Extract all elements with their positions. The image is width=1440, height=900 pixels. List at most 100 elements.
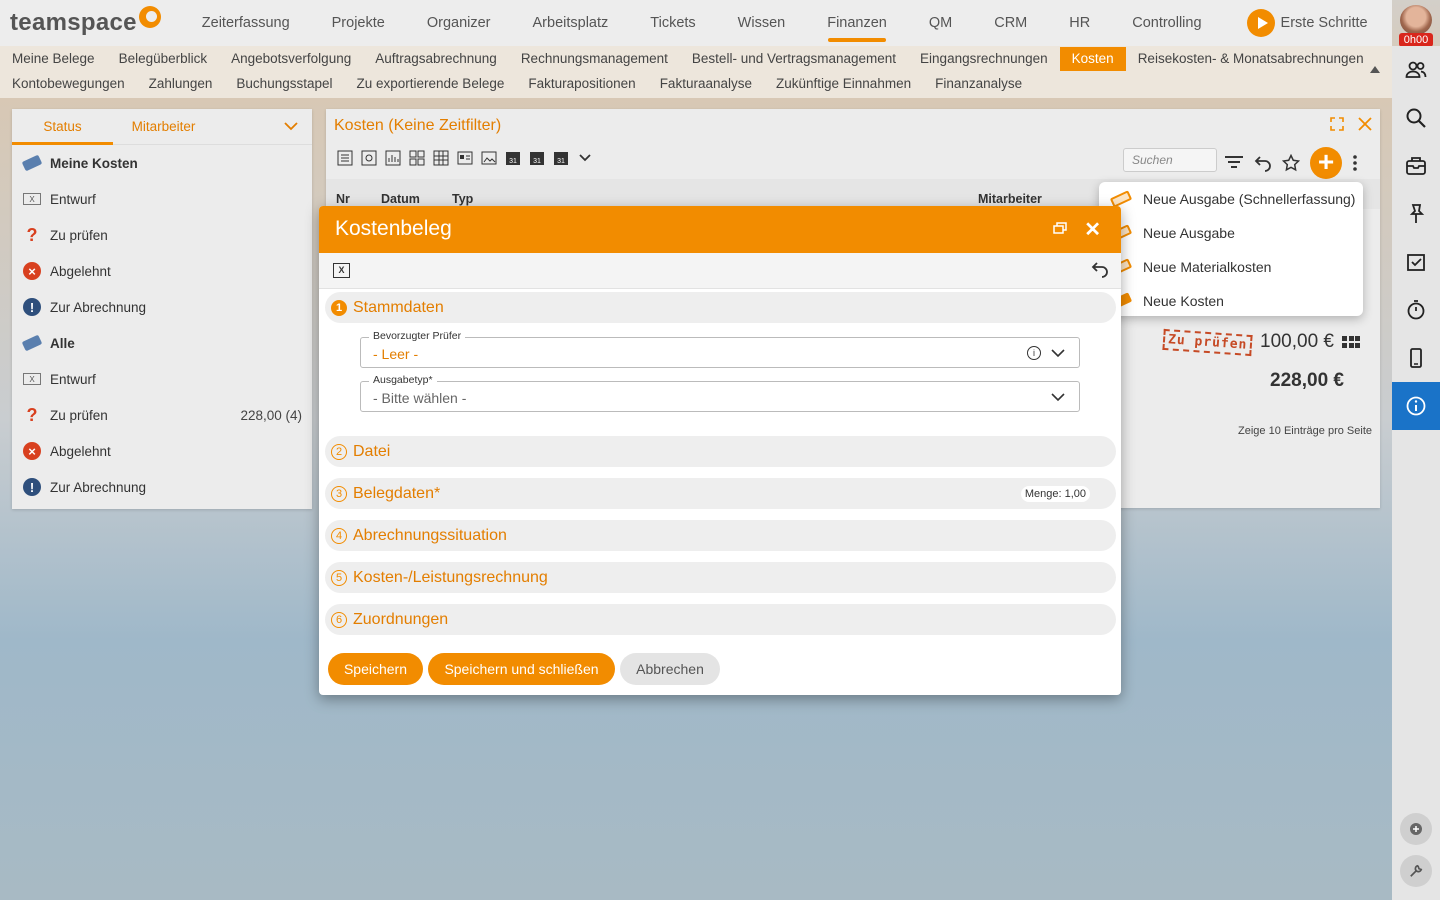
subnav-belegueberblick[interactable]: Belegüberblick [107, 47, 220, 71]
row-menu-icon[interactable] [1342, 336, 1360, 348]
filter-alle-zur-abrechnung[interactable]: ! Zur Abrechnung [12, 469, 312, 505]
add-button[interactable]: + [1310, 147, 1342, 179]
subnav-bestell-vertragsmanagement[interactable]: Bestell- und Vertragsmanagement [680, 47, 908, 71]
column-nr[interactable]: Nr [336, 192, 350, 206]
preferred-reviewer-select[interactable]: Bevorzugter Prüfer - Leer - i [360, 330, 1080, 368]
calendar-day-icon[interactable]: 31 [504, 149, 522, 167]
excel-export-icon[interactable]: X [333, 263, 350, 278]
maximize-icon[interactable] [1330, 117, 1344, 131]
inbox-button[interactable] [1392, 142, 1440, 190]
close-icon[interactable]: ✕ [1084, 217, 1101, 242]
filter-zur-abrechnung[interactable]: ! Zur Abrechnung [12, 289, 312, 325]
star-icon[interactable] [1282, 154, 1300, 172]
save-button[interactable]: Speichern [328, 653, 423, 685]
filter-alle-abgelehnt[interactable]: × Abgelehnt [12, 433, 312, 469]
section-datei[interactable]: 2 Datei [325, 436, 1116, 467]
section-zuordnungen[interactable]: 6 Zuordnungen [325, 604, 1116, 635]
card-view-icon[interactable] [456, 149, 474, 167]
search-input[interactable]: Suchen [1123, 148, 1217, 172]
pager-count[interactable]: 10 [1269, 425, 1281, 437]
filter-meine-kosten[interactable]: Meine Kosten [12, 145, 312, 181]
filter-zu-pruefen[interactable]: ? Zu prüfen [12, 217, 312, 253]
gallery-view-icon[interactable] [480, 149, 498, 167]
undo-icon[interactable] [1254, 154, 1272, 172]
nav-wissen[interactable]: Wissen [717, 0, 807, 46]
expense-type-select[interactable]: Ausgabetyp* - Bitte wählen - [360, 374, 1080, 412]
timer-button[interactable] [1392, 286, 1440, 334]
filter-abgelehnt[interactable]: × Abgelehnt [12, 253, 312, 289]
subnav-zukuenftige-einnahmen[interactable]: Zukünftige Einnahmen [764, 72, 923, 96]
nav-tickets[interactable]: Tickets [629, 0, 716, 46]
user-avatar[interactable]: 0h00 [1399, 5, 1433, 47]
subnav-fakturaanalyse[interactable]: Fakturaanalyse [648, 72, 764, 96]
calendar-week-icon[interactable]: 31 [528, 149, 546, 167]
mobile-button[interactable] [1392, 334, 1440, 382]
subnav-zu-exportierende-belege[interactable]: Zu exportierende Belege [345, 72, 517, 96]
chart-view-icon[interactable] [384, 149, 402, 167]
close-icon[interactable] [1358, 117, 1372, 131]
subnav-kontobewegungen[interactable]: Kontobewegungen [0, 72, 137, 96]
nav-hr[interactable]: HR [1048, 0, 1111, 46]
undo-icon[interactable] [1091, 260, 1109, 278]
pin-button[interactable] [1392, 190, 1440, 238]
add-widget-button[interactable] [1400, 813, 1432, 845]
table-view-icon[interactable] [432, 149, 450, 167]
nav-crm[interactable]: CRM [973, 0, 1048, 46]
teamspace-logo[interactable]: teamspace [10, 6, 161, 37]
nav-arbeitsplatz[interactable]: Arbeitsplatz [512, 0, 630, 46]
filter-icon[interactable] [1224, 154, 1244, 172]
subnav-finanzanalyse[interactable]: Finanzanalyse [923, 72, 1034, 96]
settings-tool-button[interactable] [1400, 855, 1432, 887]
info-button[interactable] [1392, 382, 1440, 430]
subnav-eingangsrechnungen[interactable]: Eingangsrechnungen [908, 47, 1060, 71]
more-views-chevron-icon[interactable] [576, 149, 594, 167]
column-datum[interactable]: Datum [381, 192, 420, 206]
menu-neue-materialkosten[interactable]: Neue Materialkosten [1099, 250, 1363, 284]
section-belegdaten[interactable]: 3 Belegdaten* Menge: 1,00 [325, 478, 1116, 509]
calendar-month-icon[interactable]: 31 [552, 149, 570, 167]
first-steps-button[interactable]: Erste Schritte [1246, 9, 1368, 37]
tab-status[interactable]: Status [12, 109, 113, 145]
subnav-fakturapositionen[interactable]: Fakturapositionen [516, 72, 647, 96]
subnav-zahlungen[interactable]: Zahlungen [137, 72, 225, 96]
list-view-icon[interactable] [336, 149, 354, 167]
column-mitarbeiter[interactable]: Mitarbeiter [978, 192, 1042, 206]
search-button[interactable] [1392, 94, 1440, 142]
more-vertical-icon[interactable] [1352, 154, 1358, 172]
subnav-rechnungsmanagement[interactable]: Rechnungsmanagement [509, 47, 680, 71]
menu-neue-kosten[interactable]: Neue Kosten [1099, 284, 1363, 318]
detail-view-icon[interactable] [360, 149, 378, 167]
section-kosten-leistungsrechnung[interactable]: 5 Kosten-/Leistungsrechnung [325, 562, 1116, 593]
tile-view-icon[interactable] [408, 149, 426, 167]
nav-projekte[interactable]: Projekte [311, 0, 406, 46]
menu-neue-ausgabe[interactable]: Neue Ausgabe [1099, 216, 1363, 250]
subnav-reisekosten[interactable]: Reisekosten- & Monatsabrechnungen [1126, 47, 1376, 71]
filter-alle-entwurf[interactable]: X Entwurf [12, 361, 312, 397]
subnav-buchungsstapel[interactable]: Buchungsstapel [224, 72, 344, 96]
chevron-down-icon[interactable] [284, 119, 298, 133]
cancel-button[interactable]: Abbrechen [620, 653, 720, 685]
tab-mitarbeiter[interactable]: Mitarbeiter [113, 109, 214, 145]
subnav-kosten[interactable]: Kosten [1059, 46, 1126, 71]
filter-alle-zu-pruefen[interactable]: ? Zu prüfen 228,00 (4) [12, 397, 312, 433]
nav-controlling[interactable]: Controlling [1111, 0, 1222, 46]
info-icon[interactable]: i [1027, 346, 1041, 360]
tasks-button[interactable] [1392, 238, 1440, 286]
people-button[interactable] [1392, 46, 1440, 94]
restore-window-icon[interactable] [1053, 222, 1067, 234]
menu-neue-ausgabe-schnellerfassung[interactable]: Neue Ausgabe (Schnellerfassung) [1099, 182, 1363, 216]
section-stammdaten[interactable]: 1 Stammdaten [325, 292, 1116, 323]
nav-organizer[interactable]: Organizer [406, 0, 512, 46]
filter-alle[interactable]: Alle [12, 325, 312, 361]
save-and-close-button[interactable]: Speichern und schließen [428, 653, 615, 685]
collapse-subnav-icon[interactable] [1370, 66, 1380, 73]
nav-finanzen[interactable]: Finanzen [806, 0, 908, 46]
subnav-angebotsverfolgung[interactable]: Angebotsverfolgung [219, 47, 363, 71]
table-row[interactable]: Zu prüfen 100,00 € [1161, 328, 1360, 356]
nav-zeiterfassung[interactable]: Zeiterfassung [181, 0, 311, 46]
section-abrechnungssituation[interactable]: 4 Abrechnungssituation [325, 520, 1116, 551]
nav-qm[interactable]: QM [908, 0, 973, 46]
filter-entwurf[interactable]: X Entwurf [12, 181, 312, 217]
column-typ[interactable]: Typ [452, 192, 473, 206]
subnav-meine-belege[interactable]: Meine Belege [0, 47, 107, 71]
